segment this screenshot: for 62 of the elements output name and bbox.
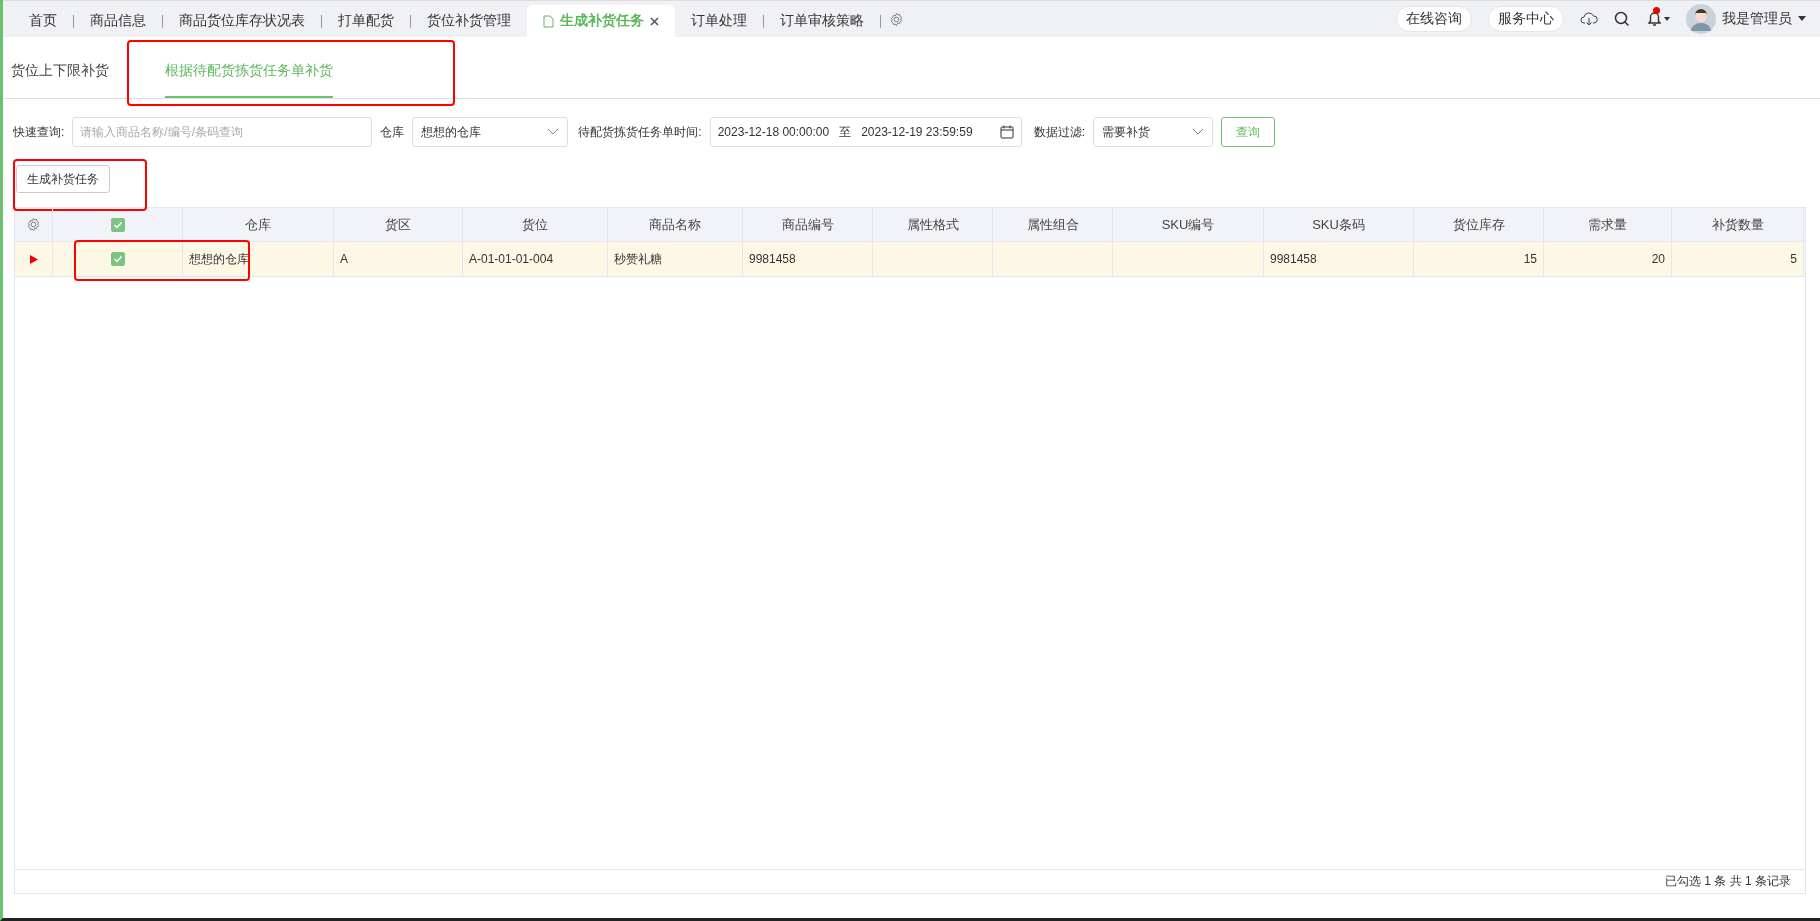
- column-header: 属性格式: [873, 208, 993, 241]
- chevron-down-icon: [547, 128, 560, 136]
- table-cell: 15: [1414, 242, 1544, 276]
- page-tab[interactable]: 订单审核策略: [764, 5, 880, 37]
- caret-icon[interactable]: [1798, 16, 1806, 22]
- header-button[interactable]: 服务中心: [1488, 6, 1564, 32]
- page-tab[interactable]: 商品货位库存状况表: [163, 5, 321, 37]
- page-tab[interactable]: 商品信息: [74, 5, 162, 37]
- page-tab[interactable]: 货位补货管理: [411, 5, 527, 37]
- column-header: SKU编号: [1113, 208, 1264, 241]
- date-range-field[interactable]: 2023-12-18 00:00:00 至 2023-12-19 23:59:59: [709, 117, 1022, 147]
- table-cell: A: [334, 242, 463, 276]
- check-icon: [112, 254, 123, 264]
- column-header: 补货数量: [1672, 208, 1804, 241]
- search-field[interactable]: 请输入商品名称/编号/条码查询: [72, 117, 373, 147]
- column-header: 商品名称: [608, 208, 743, 241]
- document-icon: [543, 14, 554, 28]
- avatar-icon[interactable]: [1686, 4, 1716, 34]
- table-cell: 9981458: [743, 242, 873, 276]
- column-header: 仓库: [183, 208, 334, 241]
- settings-icon[interactable]: [26, 217, 41, 232]
- cloud-download-icon[interactable]: [1580, 11, 1598, 27]
- warehouse-select[interactable]: 想想的仓库: [412, 117, 569, 147]
- column-header: 货位库存: [1414, 208, 1544, 241]
- filter-select[interactable]: 需要补货: [1093, 117, 1214, 147]
- field-label: 仓库: [380, 123, 405, 141]
- page-tab[interactable]: 订单处理: [675, 5, 763, 37]
- table-cell: A-01-01-01-004: [463, 242, 608, 276]
- generate-task-button[interactable]: 生成补货任务: [16, 165, 110, 193]
- column-header: 货区: [334, 208, 463, 241]
- page-tab[interactable]: 首页: [13, 5, 73, 37]
- table-cell: 9981458: [1264, 242, 1414, 276]
- current-row-icon: [29, 254, 38, 264]
- row-checkbox[interactable]: [110, 252, 125, 266]
- select-all-checkbox[interactable]: [110, 217, 125, 232]
- end-date: 2023-12-19 23:59:59: [861, 125, 973, 139]
- chevron-down-icon: [1192, 128, 1205, 136]
- start-date: 2023-12-18 00:00:00: [717, 125, 830, 139]
- field-label: 快速查询:: [13, 123, 65, 141]
- column-header: 货位: [463, 208, 608, 241]
- notification-bell-icon[interactable]: [1646, 10, 1670, 28]
- table-cell: 5: [1672, 242, 1804, 276]
- column-header: SKU条码: [1264, 208, 1414, 241]
- table-cell: 20: [1544, 242, 1672, 276]
- column-header: 商品编号: [743, 208, 873, 241]
- calendar-icon: [999, 125, 1014, 139]
- header-button[interactable]: 在线咨询: [1396, 6, 1472, 32]
- close-icon[interactable]: [650, 16, 659, 26]
- page-tab[interactable]: 打单配货: [322, 5, 410, 37]
- range-separator: 至: [839, 123, 852, 141]
- search-icon[interactable]: [1614, 11, 1630, 27]
- field-label: 待配货拣货任务单时间:: [578, 123, 702, 141]
- column-header: 属性组合: [993, 208, 1113, 241]
- column-header: 需求量: [1544, 208, 1672, 241]
- user-name[interactable]: 我是管理员: [1722, 10, 1792, 28]
- table-cell: 想想的仓库: [183, 242, 334, 276]
- sub-tab[interactable]: 货位上下限补货: [11, 62, 109, 98]
- field-label: 数据过滤:: [1033, 123, 1086, 141]
- settings-icon[interactable]: [889, 11, 904, 27]
- check-icon: [112, 219, 123, 230]
- table-cell: 秒赞礼糖: [608, 242, 743, 276]
- selection-summary: 已勾选 1 条 共 1 条记录: [1664, 873, 1791, 890]
